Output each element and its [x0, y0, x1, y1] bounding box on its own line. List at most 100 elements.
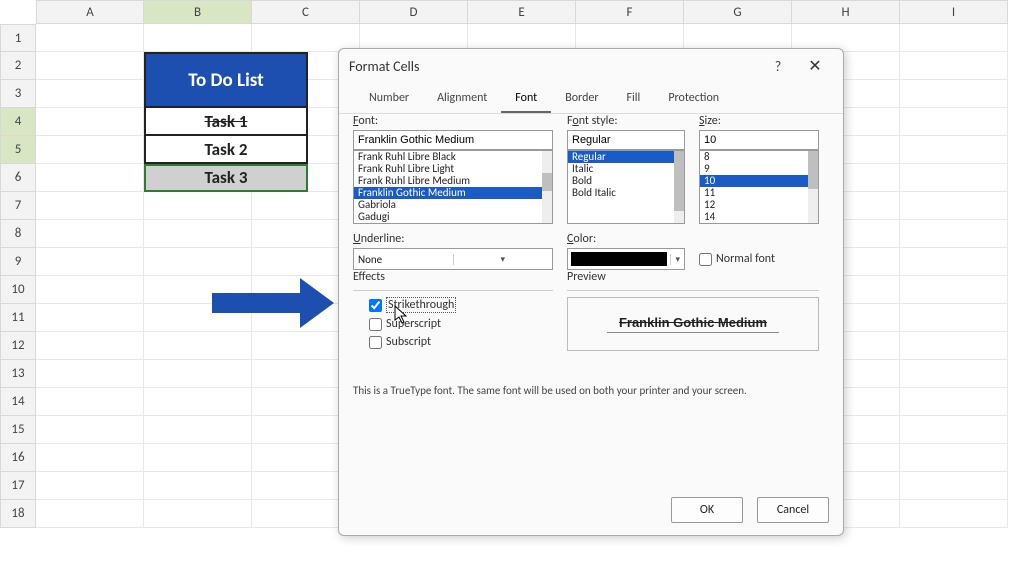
row-header[interactable]: 1 — [0, 24, 36, 52]
list-item[interactable]: Bold Italic — [568, 187, 684, 199]
row-header[interactable]: 4 — [0, 108, 36, 136]
cell[interactable] — [900, 164, 1008, 192]
cell[interactable] — [36, 472, 144, 500]
cell[interactable] — [144, 192, 252, 220]
row-header[interactable]: 12 — [0, 332, 36, 360]
size-listbox[interactable]: 8910111214 — [699, 150, 819, 224]
subscript-checkbox[interactable]: Subscript — [369, 333, 553, 351]
todo-title-cell[interactable]: To Do List — [144, 52, 308, 108]
cell[interactable] — [36, 332, 144, 360]
cell[interactable] — [36, 304, 144, 332]
row-header[interactable]: 5 — [0, 136, 36, 164]
list-item[interactable]: 8 — [700, 151, 818, 163]
cell[interactable] — [144, 444, 252, 472]
cell[interactable] — [36, 108, 144, 136]
cell[interactable] — [900, 416, 1008, 444]
cell[interactable] — [36, 500, 144, 528]
cell[interactable] — [36, 80, 144, 108]
scroll-thumb[interactable] — [542, 173, 552, 191]
close-button[interactable]: ✕ — [797, 53, 833, 79]
size-input[interactable] — [699, 130, 819, 150]
cell[interactable] — [144, 360, 252, 388]
cell[interactable] — [144, 500, 252, 528]
cell[interactable] — [900, 472, 1008, 500]
cell[interactable] — [36, 416, 144, 444]
font-style-input[interactable] — [567, 130, 685, 150]
cell[interactable] — [144, 220, 252, 248]
cell[interactable] — [144, 24, 252, 52]
cell[interactable] — [900, 444, 1008, 472]
cell[interactable] — [36, 52, 144, 80]
column-header[interactable]: C — [252, 0, 360, 24]
column-header[interactable]: H — [792, 0, 900, 24]
list-item[interactable]: 10 — [700, 175, 818, 187]
cell[interactable] — [144, 248, 252, 276]
cell[interactable] — [36, 360, 144, 388]
tab-number[interactable]: Number — [355, 83, 423, 113]
ok-button[interactable]: OK — [671, 497, 743, 523]
cell[interactable] — [900, 276, 1008, 304]
row-header[interactable]: 8 — [0, 220, 36, 248]
cell[interactable] — [900, 192, 1008, 220]
todo-item[interactable]: Task 3 — [144, 164, 308, 192]
cell[interactable] — [900, 500, 1008, 528]
list-item[interactable]: 14 — [700, 211, 818, 223]
tab-alignment[interactable]: Alignment — [423, 83, 501, 113]
cell[interactable] — [36, 24, 144, 52]
cell[interactable] — [900, 248, 1008, 276]
cell[interactable] — [144, 332, 252, 360]
cancel-button[interactable]: Cancel — [757, 497, 829, 523]
list-item[interactable]: Gadugi — [354, 211, 552, 223]
cell[interactable] — [900, 304, 1008, 332]
tab-font[interactable]: Font — [501, 83, 551, 113]
strikethrough-checkbox[interactable]: Strikethrough — [369, 295, 553, 315]
column-header[interactable]: D — [360, 0, 468, 24]
scrollbar[interactable] — [808, 151, 818, 223]
list-item[interactable]: 11 — [700, 187, 818, 199]
scroll-thumb[interactable] — [674, 151, 684, 211]
cell[interactable] — [900, 332, 1008, 360]
font-listbox[interactable]: Frank Ruhl Libre BlackFrank Ruhl Libre L… — [353, 150, 553, 224]
row-header[interactable]: 2 — [0, 52, 36, 80]
scrollbar[interactable] — [542, 151, 552, 223]
row-header[interactable]: 6 — [0, 164, 36, 192]
cell[interactable] — [900, 136, 1008, 164]
help-button[interactable]: ? — [769, 58, 787, 75]
list-item[interactable]: 9 — [700, 163, 818, 175]
row-header[interactable]: 14 — [0, 388, 36, 416]
cell[interactable] — [900, 24, 1008, 52]
row-header[interactable]: 13 — [0, 360, 36, 388]
cell[interactable] — [36, 192, 144, 220]
row-header[interactable]: 10 — [0, 276, 36, 304]
underline-dropdown[interactable]: None ▾ — [353, 248, 553, 270]
scroll-thumb[interactable] — [808, 151, 818, 189]
row-header[interactable]: 18 — [0, 500, 36, 528]
cell[interactable] — [36, 276, 144, 304]
column-header[interactable]: G — [684, 0, 792, 24]
cell[interactable] — [900, 360, 1008, 388]
tab-fill[interactable]: Fill — [613, 83, 655, 113]
font-style-listbox[interactable]: RegularItalicBoldBold Italic — [567, 150, 685, 224]
cell[interactable] — [144, 416, 252, 444]
row-header[interactable]: 16 — [0, 444, 36, 472]
cell[interactable] — [36, 164, 144, 192]
row-header[interactable]: 17 — [0, 472, 36, 500]
column-header[interactable]: B — [144, 0, 252, 24]
color-dropdown[interactable]: ▾ — [567, 248, 685, 270]
cell[interactable] — [36, 388, 144, 416]
cell[interactable] — [900, 108, 1008, 136]
row-header[interactable]: 11 — [0, 304, 36, 332]
tab-border[interactable]: Border — [551, 83, 612, 113]
cell[interactable] — [36, 248, 144, 276]
cell[interactable] — [900, 388, 1008, 416]
row-header[interactable]: 15 — [0, 416, 36, 444]
list-item[interactable]: 12 — [700, 199, 818, 211]
cell[interactable] — [900, 80, 1008, 108]
row-header[interactable]: 3 — [0, 80, 36, 108]
cell[interactable] — [36, 220, 144, 248]
row-header[interactable]: 7 — [0, 192, 36, 220]
normal-font-checkbox[interactable]: Normal font — [699, 250, 775, 268]
cell[interactable] — [900, 220, 1008, 248]
cell[interactable] — [144, 472, 252, 500]
cell[interactable] — [144, 388, 252, 416]
